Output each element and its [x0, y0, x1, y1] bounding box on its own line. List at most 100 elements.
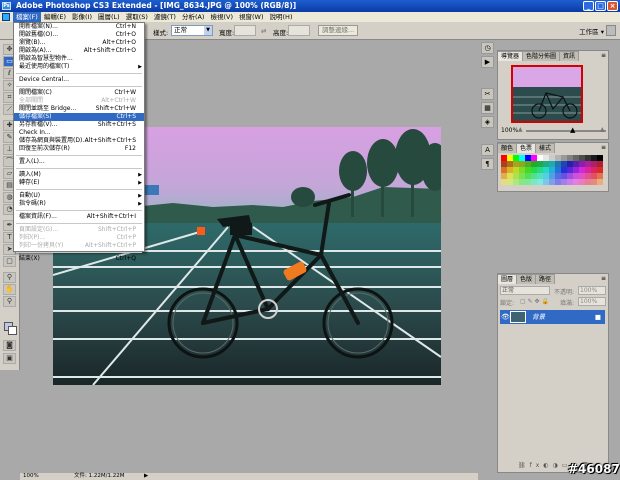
file-menu-item[interactable]: 轉存(E) ▶ [14, 179, 144, 187]
tab-histogram[interactable]: 色階分佈圖 [523, 51, 561, 61]
hand-tool-icon[interactable]: ✋ [3, 284, 16, 295]
file-menu-item[interactable]: 置入(L)... [14, 158, 144, 166]
status-zoom[interactable]: 100% [23, 473, 39, 480]
file-menu-item[interactable]: Check In... [14, 129, 144, 137]
menu-file[interactable]: 檔案(F) [13, 12, 41, 22]
menu-edit[interactable]: 編輯(E) [41, 12, 69, 22]
file-menu-item[interactable]: 開啟為智慧型物件... [14, 55, 144, 63]
file-menu-item[interactable]: 瀏覽(B)... Alt+Ctrl+O [14, 39, 144, 47]
tab-layers[interactable]: 圖層 [498, 274, 518, 284]
character-icon[interactable]: A [481, 144, 494, 156]
menu-item-label: 開啟為(A)... [19, 47, 52, 54]
tab-paths[interactable]: 路徑 [536, 274, 556, 284]
zoom-tool-icon[interactable]: ⚲ [3, 296, 16, 307]
panel-well-icon[interactable] [606, 25, 616, 36]
zoom-out-icon[interactable]: ▲ [518, 126, 523, 133]
status-bar: 100% 文件: 1.22M/1.22M ▶ [20, 473, 478, 480]
menu-item-label: 結束(X) [19, 255, 40, 262]
eye-icon[interactable]: 👁 [501, 310, 510, 324]
paragraph-icon[interactable]: ¶ [481, 158, 494, 170]
zoom-slider-knob[interactable]: ▲ [570, 126, 575, 134]
tab-swatches[interactable]: 色票 [517, 143, 537, 153]
file-menu-item[interactable]: 開啟為(A)... Alt+Shift+Ctrl+O [14, 47, 144, 55]
menu-item-label: 轉存(E) [19, 179, 40, 186]
tab-styles[interactable]: 樣式 [536, 143, 556, 153]
menu-view[interactable]: 檢視(V) [207, 12, 236, 22]
chevron-right-icon[interactable]: ▶ [144, 473, 148, 480]
tab-color[interactable]: 顏色 [498, 143, 518, 153]
tab-info[interactable]: 資訊 [560, 51, 580, 61]
tab-navigator[interactable]: 導覽器 [498, 51, 524, 61]
menu-analysis[interactable]: 分析(A) [179, 12, 208, 22]
height-field[interactable] [288, 25, 310, 36]
menu-item-shortcut: Ctrl+O [115, 31, 136, 38]
lock-label: 鎖定: [500, 300, 515, 307]
panel-menu-icon[interactable]: ≡ [601, 144, 606, 151]
quick-mask-icon[interactable]: ◙ [3, 340, 16, 351]
menu-layer[interactable]: 圖層(L) [95, 12, 123, 22]
file-menu-item[interactable]: 指令碼(R) ▶ [14, 200, 144, 208]
zoom-slider[interactable] [526, 130, 606, 132]
menu-item-label: 開啟為智慧型物件... [19, 55, 73, 62]
tab-channels[interactable]: 色版 [517, 274, 537, 284]
file-menu-item[interactable]: 自動(U) ▶ [14, 192, 144, 200]
close-icon[interactable]: × [607, 1, 618, 11]
menu-item-shortcut: Shift+Ctrl+P [98, 226, 136, 233]
file-menu-item[interactable]: 開啟舊檔(O)... Ctrl+O [14, 31, 144, 39]
menu-image[interactable]: 影像(I) [69, 12, 95, 22]
swap-icon[interactable]: ⇄ [261, 27, 266, 35]
file-menu-item[interactable]: 結束(X) Ctrl+Q [14, 255, 144, 263]
menu-help[interactable]: 說明(H) [267, 12, 296, 22]
swatch-grid[interactable] [501, 155, 603, 185]
brushes-icon[interactable]: ▦ [481, 102, 494, 114]
color-swatch[interactable] [597, 179, 603, 185]
menu-select[interactable]: 選取(S) [123, 12, 151, 22]
menu-window[interactable]: 視窗(W) [236, 12, 267, 22]
menu-item-label: 關閉檔案(C) [19, 89, 52, 96]
menu-item-shortcut: Ctrl+N [115, 23, 136, 30]
panel-menu-icon[interactable]: ≡ [601, 52, 606, 59]
history-icon[interactable]: ◷ [481, 42, 494, 54]
file-menu-item[interactable]: 關閉並跳至 Bridge... Shift+Ctrl+W [14, 105, 144, 113]
file-menu-item[interactable]: 關閉檔案(C) Ctrl+W [14, 89, 144, 97]
minimize-icon[interactable]: _ [583, 1, 594, 11]
file-menu-item[interactable]: 儲存檔案(S) Ctrl+S [14, 113, 144, 121]
file-menu-item[interactable]: 回復至前次儲存(R) F12 [14, 145, 144, 153]
chevron-down-icon: ▼ [204, 26, 212, 35]
width-field[interactable] [234, 25, 256, 36]
workspace-menu[interactable]: 工作區 ▾ [579, 26, 604, 36]
layer-name: 背景 [532, 313, 545, 321]
layer-row-background[interactable]: 👁 背景 ■ [500, 310, 605, 324]
actions-icon[interactable]: ▶ [481, 56, 494, 68]
lock-icon[interactable]: ▢ ✎ ✥ 🔒 [520, 298, 549, 305]
panel-menu-icon[interactable]: ≡ [601, 275, 606, 282]
menu-filter[interactable]: 濾鏡(T) [151, 12, 179, 22]
eyedropper-tool-icon[interactable]: ⚲ [3, 272, 16, 283]
navigator-thumbnail[interactable] [511, 65, 583, 123]
menu-bar: 檔案(F) 編輯(E) 影像(I) 圖層(L) 選取(S) 濾鏡(T) 分析(A… [0, 12, 620, 22]
clone-source-icon[interactable]: ◈ [481, 116, 494, 128]
menu-item-shortcut: Alt+Ctrl+W [101, 97, 136, 104]
tool-presets-icon[interactable]: ✂ [481, 88, 494, 100]
file-menu-item[interactable]: 另存新檔(V)... Shift+Ctrl+S [14, 121, 144, 129]
file-menu-item[interactable]: 最近使用的檔案(T) ▶ [14, 63, 144, 71]
file-menu-item[interactable]: 儲存為網頁與裝置用(D)... Alt+Shift+Ctrl+S [14, 137, 144, 145]
document-icon[interactable] [2, 13, 10, 21]
fill-field[interactable]: 100% [578, 297, 606, 306]
style-select[interactable]: 正常 ▼ [171, 25, 213, 36]
maximize-icon[interactable]: □ [595, 1, 606, 11]
opacity-field[interactable]: 100% [578, 286, 606, 295]
background-color-swatch[interactable] [8, 326, 17, 335]
file-menu-item[interactable]: Device Central... [14, 76, 144, 84]
refine-edge-button[interactable]: 調整邊緣... [318, 25, 359, 36]
zoom-in-icon[interactable]: ▲ [600, 126, 605, 133]
screen-mode-icon[interactable]: ▣ [3, 353, 16, 364]
menu-item-shortcut: Shift+Ctrl+S [97, 121, 136, 128]
file-menu-item[interactable]: 讀入(M) ▶ [14, 171, 144, 179]
navigator-zoom-value[interactable]: 100% [501, 127, 518, 134]
menu-item-label: 自動(U) [19, 192, 41, 199]
file-menu-item[interactable]: 檔案資訊(F)... Alt+Shift+Ctrl+I [14, 213, 144, 221]
photoshop-app-icon: Ps [2, 2, 11, 10]
file-menu-item[interactable]: 開新檔案(N)... Ctrl+N [14, 23, 144, 31]
blend-mode-select[interactable]: 正常 [500, 286, 550, 295]
